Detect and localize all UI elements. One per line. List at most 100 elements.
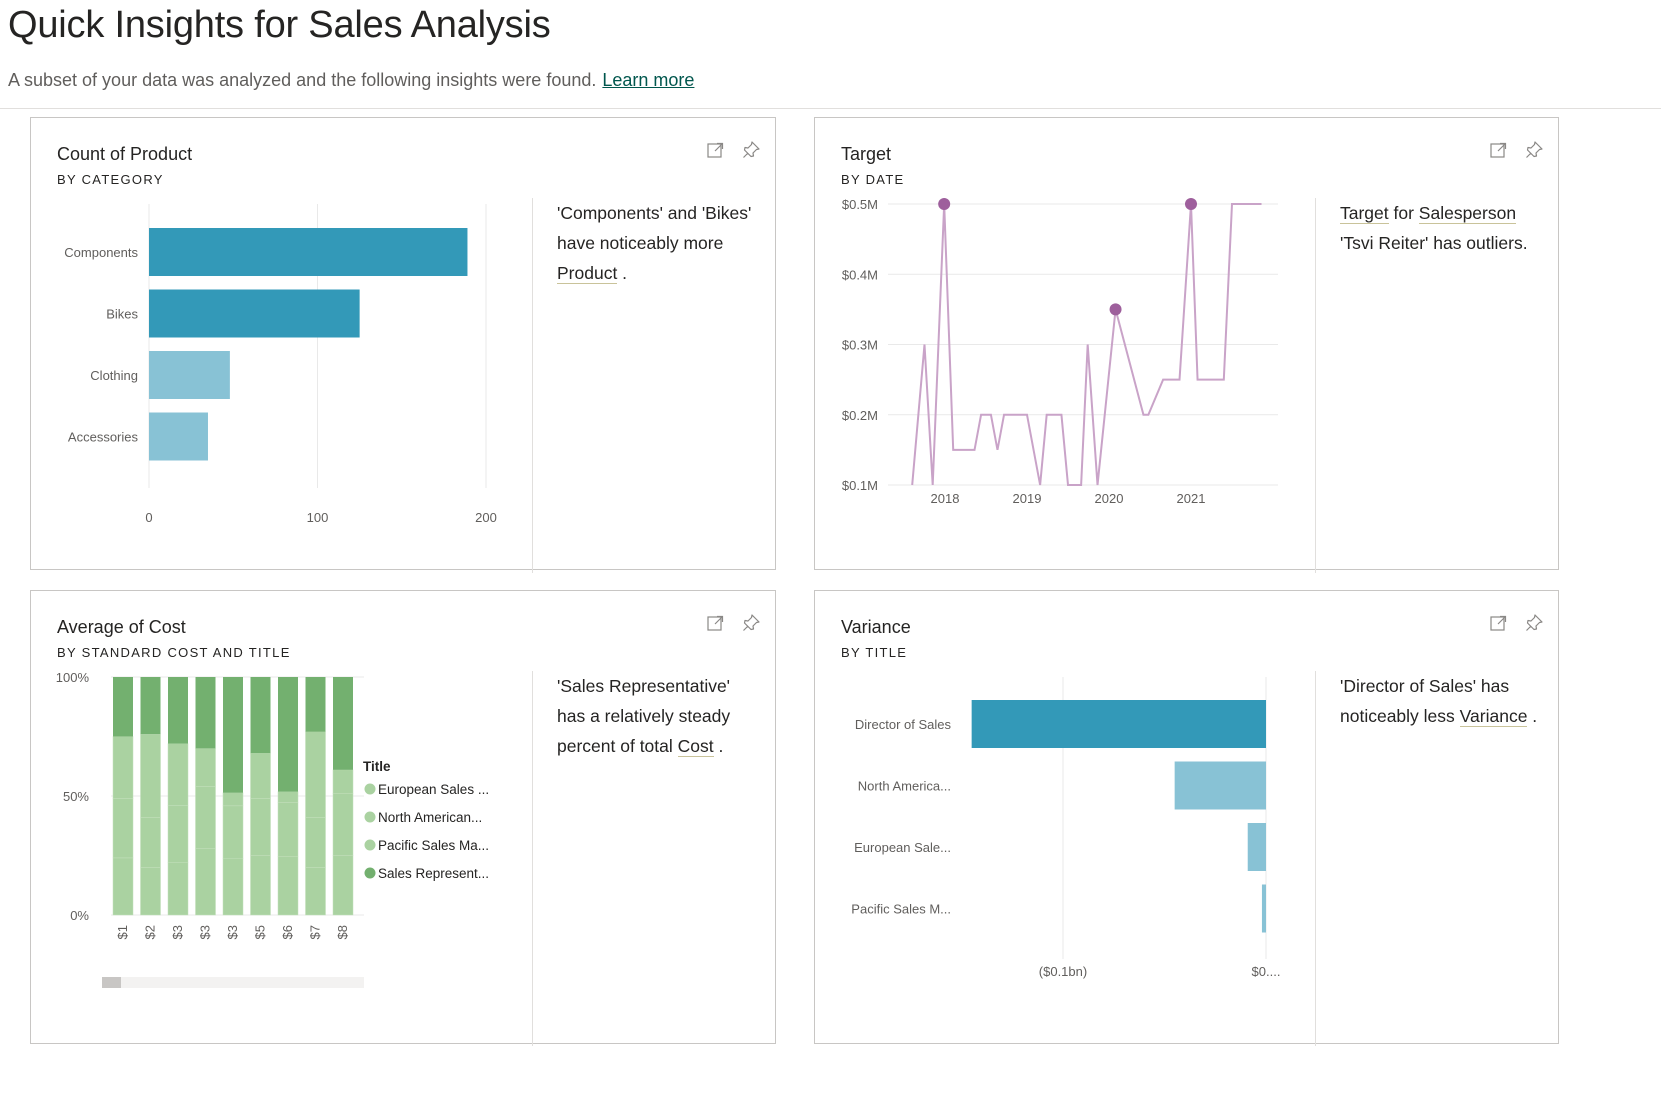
stacked-segment	[195, 786, 216, 849]
stacked-segment	[195, 848, 216, 916]
x-category-label: $1	[115, 925, 130, 939]
card-subtitle: BY STANDARD COST AND TITLE	[57, 645, 291, 660]
x-tick-label: 100	[307, 510, 329, 525]
y-tick-label: $0.4M	[842, 267, 878, 282]
x-category-label: $3	[225, 925, 240, 939]
stacked-segment	[250, 798, 271, 856]
insight-link-cost[interactable]: Cost	[677, 736, 714, 757]
horizontal-scrollbar[interactable]	[102, 977, 364, 988]
stacked-segment	[113, 677, 133, 737]
y-tick-label: 100%	[56, 670, 90, 685]
insight-link-variance[interactable]: Variance	[1459, 706, 1528, 727]
stacked-segment	[195, 748, 216, 787]
insight-text-post: .	[1527, 706, 1538, 726]
focus-mode-icon[interactable]	[705, 613, 725, 633]
y-category-label: Pacific Sales M...	[851, 902, 951, 917]
stacked-segment	[167, 862, 189, 916]
card-title: Average of Cost	[57, 617, 186, 637]
bar-chart-variance: ($0.1bn) $0.... Director of Sales North Ame…	[851, 677, 1281, 979]
line-chart-target: $0.1M $0.2M $0.3M $0.4M $0.5M 2018 2019 2020 202…	[842, 197, 1278, 506]
card-subtitle: BY CATEGORY	[57, 172, 164, 187]
stacked-segment	[140, 867, 161, 916]
card-title: Count of Product	[57, 144, 193, 164]
y-category-label: Components	[64, 245, 138, 260]
insight-text-post: .	[617, 263, 628, 283]
insight-text: 'Director of Sales' has noticeably less …	[1340, 671, 1545, 731]
legend-marker	[364, 811, 376, 823]
focus-mode-icon[interactable]	[705, 140, 725, 160]
insight-text-post: .	[713, 736, 724, 756]
page-title: Quick Insights for Sales Analysis	[8, 4, 551, 46]
pin-icon[interactable]	[741, 613, 761, 633]
stacked-segment	[168, 677, 188, 744]
stacked-segment	[333, 677, 353, 770]
x-tick-label: 2020	[1095, 491, 1124, 506]
insight-text-pre: 'Components' and 'Bikes' have noticeably…	[557, 203, 752, 253]
y-tick-label: $0.5M	[842, 197, 878, 212]
scrollbar-thumb[interactable]	[102, 977, 121, 988]
outlier-marker	[938, 198, 951, 210]
bar	[149, 351, 230, 399]
stacked-segment	[250, 855, 271, 916]
y-category-label: Accessories	[68, 430, 139, 445]
x-category-label: $2	[143, 925, 158, 939]
focus-mode-icon[interactable]	[1488, 613, 1508, 633]
bar	[149, 289, 360, 338]
insight-card-count-of-product: Count of Product BY CATEGORY 0 100 200 Comp…	[30, 117, 776, 573]
stacked-segment	[305, 677, 326, 732]
insight-link-target[interactable]: Target	[1340, 203, 1389, 224]
y-tick-label: $0.1M	[842, 478, 878, 493]
legend-marker	[364, 783, 376, 795]
pin-icon[interactable]	[1524, 613, 1544, 633]
stacked-segment	[305, 731, 326, 818]
y-category-label: Clothing	[90, 368, 138, 383]
stacked-segment	[332, 793, 354, 856]
stacked-segment	[140, 733, 161, 818]
insight-card-target: Target BY DATE $0.1M $0.2M $0.3M $0.4M $0.5M…	[814, 117, 1559, 573]
legend-marker	[364, 839, 376, 851]
legend-item: North American...	[378, 810, 482, 825]
x-tick-label: $0....	[1252, 964, 1281, 979]
x-category-label: $8	[335, 925, 350, 939]
insight-card-average-of-cost: Average of Cost BY STANDARD COST AND TIT…	[30, 590, 776, 1046]
stacked-segment	[278, 677, 298, 792]
stacked-segment	[112, 857, 134, 916]
legend-item: Pacific Sales Ma...	[378, 838, 489, 853]
x-tick-label: 2021	[1177, 491, 1206, 506]
card-separator	[532, 671, 533, 1046]
header-divider	[0, 108, 1661, 109]
bar	[1247, 823, 1266, 871]
stacked-segment	[305, 867, 326, 916]
bar	[1261, 884, 1266, 933]
legend-title: Title	[363, 759, 391, 774]
stacked-segment	[222, 857, 244, 916]
insight-text: 'Sales Representative' has a relatively …	[557, 671, 762, 761]
x-tick-label: 200	[475, 510, 497, 525]
bar	[971, 700, 1266, 748]
pin-icon[interactable]	[741, 140, 761, 160]
legend-item: European Sales ...	[378, 782, 489, 797]
stacked-segment	[167, 743, 189, 806]
card-title: Variance	[841, 617, 911, 637]
y-tick-label: $0.3M	[842, 338, 878, 353]
x-category-label: $3	[198, 925, 213, 939]
x-category-label: $3	[170, 925, 185, 939]
bar	[149, 228, 468, 276]
pin-icon[interactable]	[1524, 140, 1544, 160]
legend-item: Sales Represent...	[378, 866, 489, 881]
insight-link-product[interactable]: Product	[557, 263, 618, 284]
bar	[1174, 761, 1266, 810]
insight-link-salesperson[interactable]: Salesperson	[1418, 203, 1517, 224]
card-title: Target	[841, 144, 892, 164]
stacked-segment	[277, 791, 299, 803]
learn-more-link[interactable]: Learn more	[602, 70, 694, 90]
subtitle-text: A subset of your data was analyzed and t…	[8, 70, 597, 90]
focus-mode-icon[interactable]	[1488, 140, 1508, 160]
stacked-segment	[140, 817, 161, 868]
stacked-segment	[195, 677, 216, 749]
insight-text: 'Components' and 'Bikes' have noticeably…	[557, 198, 757, 288]
stacked-segment	[332, 769, 354, 794]
card-separator	[532, 198, 533, 573]
x-category-label: $7	[308, 925, 323, 939]
card-subtitle: BY TITLE	[841, 645, 908, 660]
